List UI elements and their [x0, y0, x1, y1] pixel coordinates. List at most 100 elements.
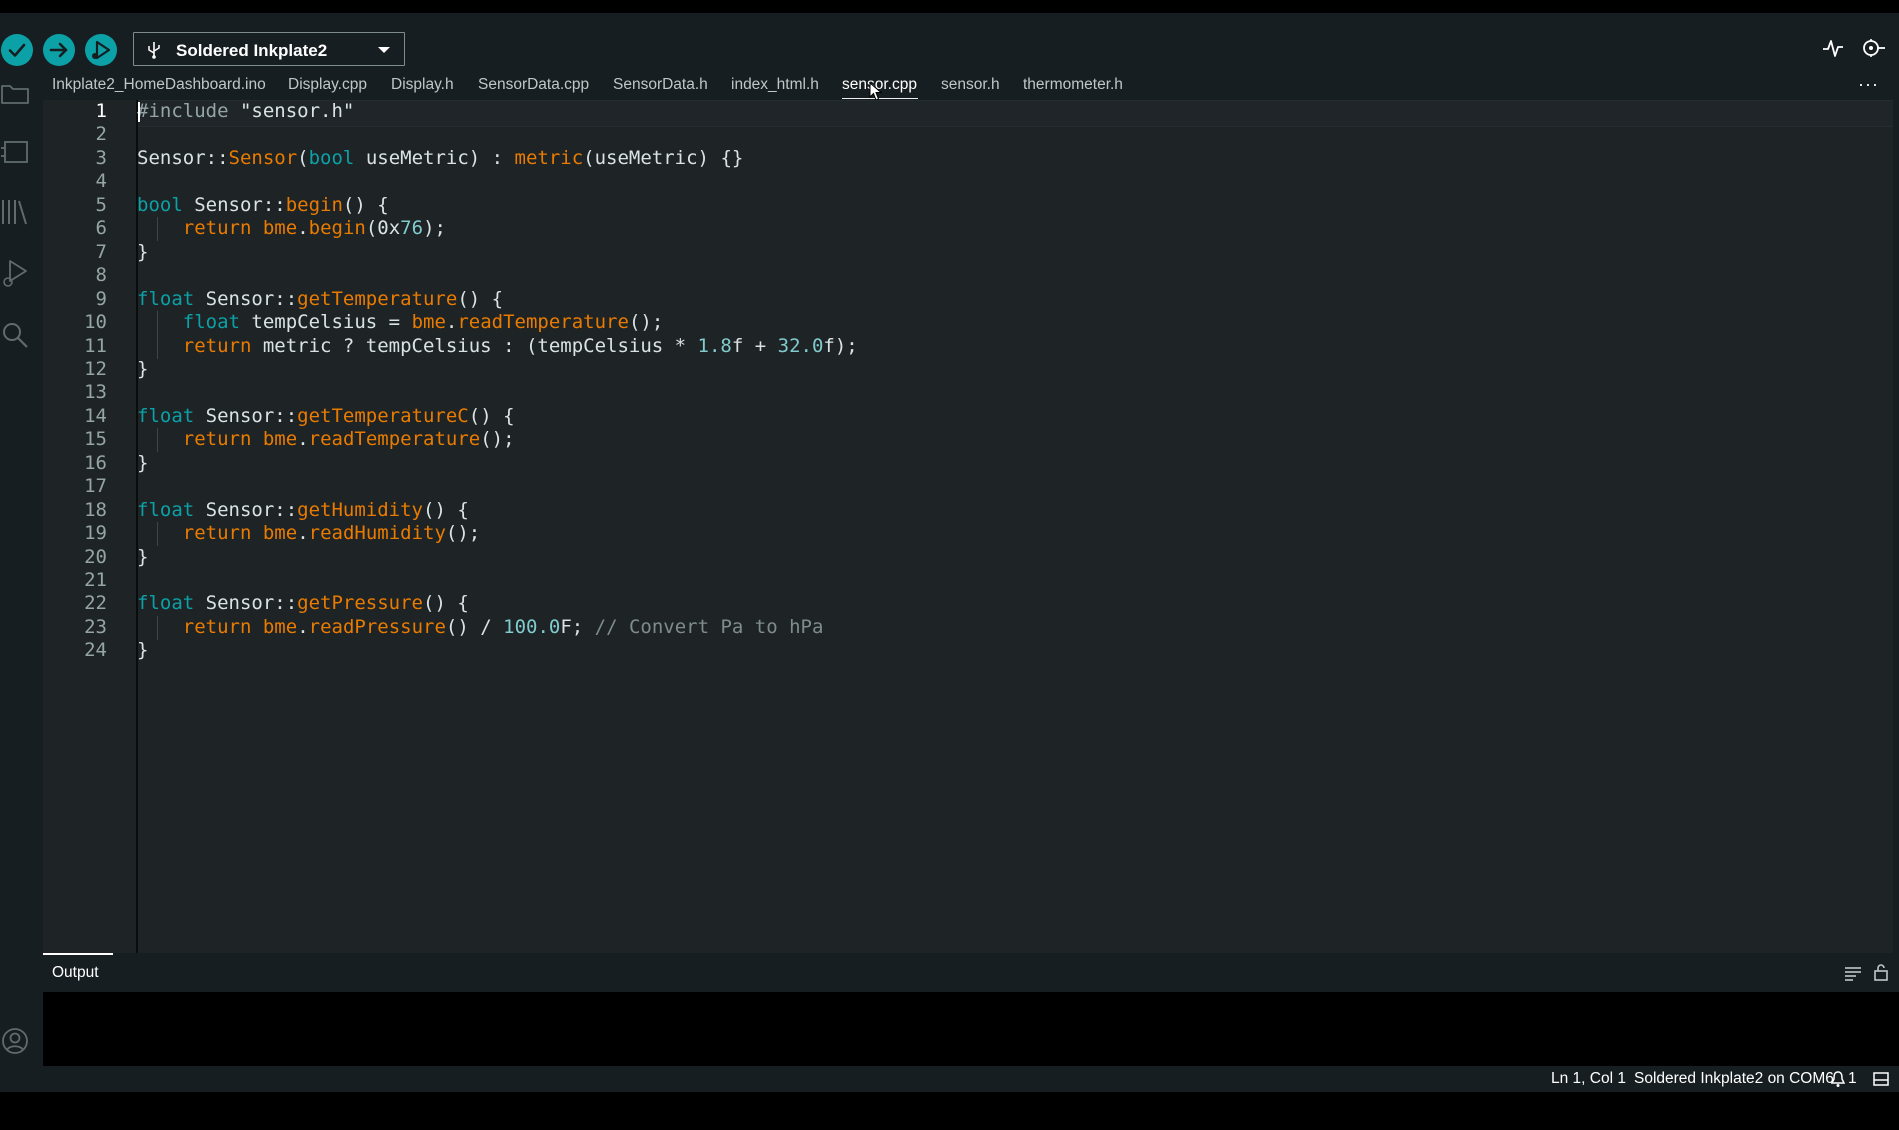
toggle-panel-icon[interactable]: [1873, 1072, 1889, 1086]
tab-sensordata-h[interactable]: SensorData.h: [613, 76, 708, 94]
line-number: 21: [84, 569, 107, 591]
tab-sensor-h[interactable]: sensor.h: [941, 76, 1000, 94]
code-token: (0x: [365, 217, 401, 240]
code-token: readTemperature: [457, 311, 629, 334]
board-selector[interactable]: Soldered Inkplate2: [133, 32, 405, 66]
code-token: return: [182, 428, 252, 451]
verify-button[interactable]: [1, 34, 33, 66]
code-token: bme: [262, 615, 298, 638]
code-token: getHumidity: [297, 498, 423, 521]
clear-output-icon[interactable]: [1844, 965, 1862, 981]
code-token: Sensor::: [194, 592, 298, 615]
line-number: 3: [95, 146, 107, 169]
code-line: float Sensor::getHumidity() {: [137, 499, 469, 521]
line-number: 16: [84, 451, 107, 474]
code-line: return metric ? tempCelsius : (tempCelsi…: [137, 335, 858, 357]
folder-icon[interactable]: [0, 80, 30, 106]
line-number: 9: [95, 287, 107, 310]
boards-manager-icon[interactable]: [0, 137, 30, 167]
code-token: () {: [468, 404, 515, 427]
code-token: return: [182, 522, 252, 545]
code-token: #include: [137, 100, 229, 122]
debug-button[interactable]: [85, 34, 117, 66]
code-token: bme: [262, 522, 298, 545]
code-editor[interactable]: 1 2 3 4 5 6 7 8 9 10 11 12 13 14 15 16 17 18 19 20 21 22 23 24 …: [43, 100, 1899, 953]
line-number: 23: [84, 615, 107, 638]
code-token: 100.0: [503, 615, 561, 638]
code-token: float: [137, 404, 195, 427]
line-number: 10: [84, 311, 107, 334]
code-token: return: [182, 334, 252, 357]
line-number: 5: [95, 193, 107, 216]
minimap-edge: [1893, 100, 1899, 953]
search-icon[interactable]: [0, 320, 30, 350]
usb-icon: [148, 42, 160, 59]
code-token: float: [182, 311, 240, 334]
line-number: 12: [84, 357, 107, 380]
line-number: 6: [95, 217, 107, 240]
code-line: float Sensor::getTemperature() {: [137, 288, 503, 310]
top-edge: [0, 0, 1899, 13]
chevron-down-icon: [378, 47, 390, 53]
code-token: metric ? tempCelsius : (tempCelsius *: [251, 334, 698, 357]
tab-output[interactable]: Output: [52, 964, 99, 982]
library-icon[interactable]: [0, 196, 30, 228]
line-number: 14: [84, 404, 107, 427]
code-token: .: [297, 522, 309, 545]
code-token: }: [137, 357, 149, 380]
code-token: 32.0: [777, 334, 824, 357]
code-token: .: [297, 428, 309, 451]
tab-display-cpp[interactable]: Display.cpp: [288, 76, 367, 94]
output-console[interactable]: [43, 992, 1890, 1066]
serial-monitor-icon[interactable]: [1860, 37, 1886, 59]
code-line: }: [137, 639, 148, 661]
code-token: f +: [731, 334, 778, 357]
upload-button[interactable]: [43, 34, 75, 66]
cursor-position[interactable]: Ln 1, Col 1: [1551, 1070, 1626, 1088]
tab-index-html-h[interactable]: index_html.h: [731, 76, 819, 94]
code-token: (useMetric) {}: [583, 146, 744, 169]
code-token: // Convert Pa to hPa: [594, 615, 824, 638]
code-line: bool Sensor::begin() {: [137, 194, 389, 216]
code-token: readPressure: [308, 615, 446, 638]
bottom-edge: [0, 1092, 1899, 1130]
arrow-right-icon: [49, 42, 68, 58]
notification-count: 1: [1848, 1070, 1857, 1087]
line-number: 13: [84, 381, 107, 404]
code-token: () {: [457, 287, 504, 310]
board-port-status[interactable]: Soldered Inkplate2 on COM6: [1634, 1070, 1834, 1088]
tab-thermometer-h[interactable]: thermometer.h: [1023, 76, 1123, 94]
tab-sensordata-cpp[interactable]: SensorData.cpp: [478, 76, 589, 94]
code-line: }: [137, 546, 148, 568]
code-token: 1.8: [697, 334, 732, 357]
code-line: }: [137, 358, 148, 380]
line-number: 17: [84, 475, 107, 498]
code-token: getTemperatureC: [297, 404, 469, 427]
code-token: bme: [411, 311, 446, 334]
serial-plotter-icon[interactable]: [1822, 37, 1844, 59]
code-token: Sensor::: [194, 287, 298, 310]
tab-inkplate2-homedashboard[interactable]: Inkplate2_HomeDashboard.ino: [52, 76, 266, 94]
debug-sidebar-icon[interactable]: [0, 256, 30, 290]
status-bar: Ln 1, Col 1 Soldered Inkplate2 on COM6 1: [0, 1066, 1899, 1092]
code-token: return: [182, 217, 252, 240]
more-tabs-button[interactable]: ···: [1858, 74, 1879, 95]
code-token: F;: [560, 615, 595, 638]
line-number: 20: [84, 545, 107, 568]
line-number: 19: [84, 522, 107, 545]
code-token: );: [423, 217, 446, 240]
code-token: bool: [137, 193, 183, 216]
output-panel-header: Output: [43, 953, 1899, 992]
code-token: float: [137, 287, 195, 310]
lock-icon[interactable]: [1873, 963, 1889, 981]
line-number: 22: [84, 592, 107, 615]
account-icon[interactable]: [0, 1026, 30, 1056]
code-token: }: [137, 451, 149, 474]
tab-display-h[interactable]: Display.h: [391, 76, 454, 94]
bell-icon[interactable]: [1831, 1071, 1845, 1088]
code-token: Sensor::: [194, 498, 298, 521]
